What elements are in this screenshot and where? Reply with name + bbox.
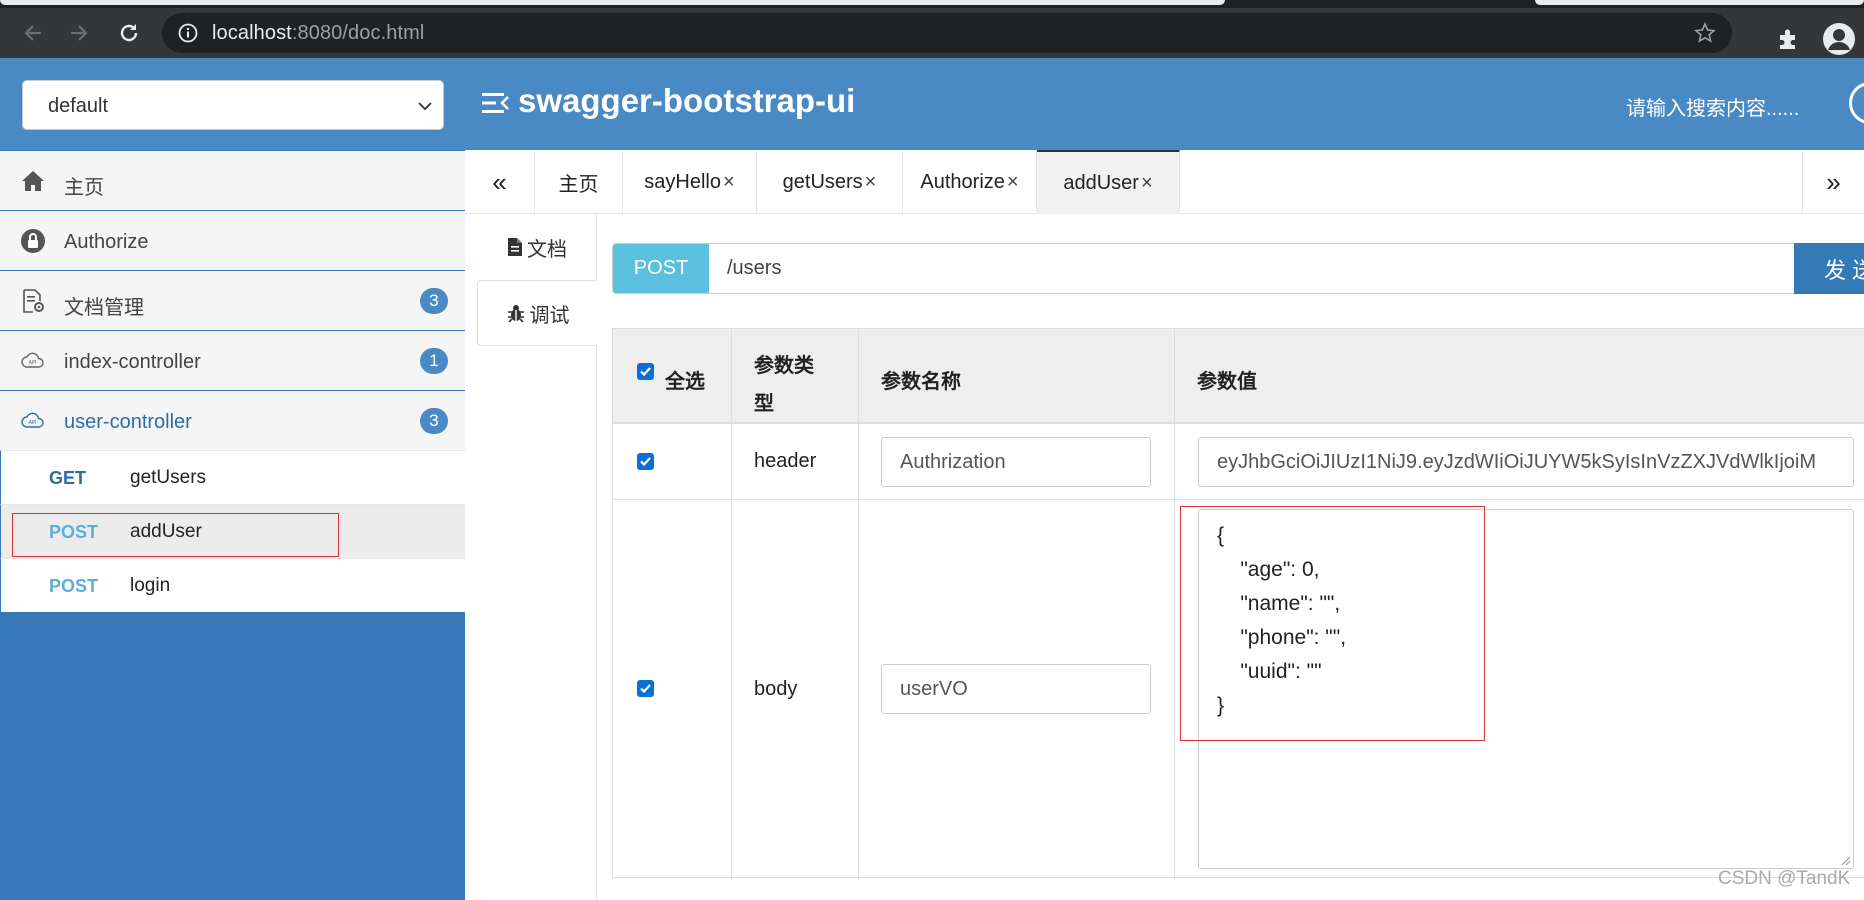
home-icon xyxy=(22,171,44,191)
count-badge: 3 xyxy=(420,288,448,314)
reload-icon[interactable] xyxy=(112,16,146,50)
tab-authorize[interactable]: Authorize × xyxy=(903,150,1037,214)
column-value-header: 参数值 xyxy=(1197,371,1257,393)
endpoint-name: login xyxy=(130,575,171,596)
svg-text:API: API xyxy=(29,420,37,426)
column-type-header-line: 型 xyxy=(754,393,774,415)
app-header: default swagger-bootstrap-ui 请输入搜索内容....… xyxy=(0,58,1864,150)
tab-getusers[interactable]: getUsers × xyxy=(757,150,903,214)
param-type: header xyxy=(754,450,817,472)
divider xyxy=(1174,329,1175,879)
close-icon[interactable]: × xyxy=(723,171,735,194)
endpoint-item-getusers[interactable]: GET getUsers xyxy=(0,450,465,504)
tab-label: Authorize xyxy=(920,170,1005,193)
browser-toolbar: localhost:8080/doc.html xyxy=(0,8,1864,58)
app-title: swagger-bootstrap-ui xyxy=(518,82,856,119)
api-cloud-icon: API xyxy=(21,352,44,368)
sidebar-item-label: Authorize xyxy=(64,231,149,253)
doc-settings-icon xyxy=(23,289,44,313)
search-icon[interactable] xyxy=(1849,82,1864,124)
divider xyxy=(731,329,732,879)
divider xyxy=(858,329,859,879)
row-checkbox[interactable] xyxy=(637,680,654,697)
tab-sayhello[interactable]: sayHello × xyxy=(623,150,757,214)
tab-debug[interactable]: 调试 xyxy=(477,280,597,346)
param-type: body xyxy=(754,678,798,700)
address-bar[interactable]: localhost:8080/doc.html xyxy=(162,13,1732,53)
page-tabs: « 主页 sayHello × getUsers × Authorize × addU… xyxy=(465,150,1864,214)
sidebar-item-label: index-controller xyxy=(64,351,201,373)
browser-tab[interactable] xyxy=(0,0,1225,5)
lock-icon xyxy=(21,229,45,253)
divider xyxy=(613,499,1864,500)
count-badge: 1 xyxy=(420,348,448,374)
star-icon[interactable] xyxy=(1694,22,1716,44)
close-icon[interactable]: × xyxy=(1007,171,1019,194)
sidebar-item-home[interactable]: 主页 xyxy=(0,150,465,210)
tab-label: addUser xyxy=(1063,171,1139,194)
browser-tabstrip xyxy=(0,0,1864,8)
column-type-header: 参数类 型 xyxy=(754,347,814,423)
file-icon xyxy=(508,238,522,256)
divider xyxy=(613,423,1864,424)
close-icon[interactable]: × xyxy=(865,171,877,194)
group-select[interactable]: default xyxy=(22,80,444,130)
sidebar-item-label: 主页 xyxy=(64,177,104,199)
sidebar-item-authorize[interactable]: Authorize xyxy=(0,210,465,270)
profile-icon[interactable] xyxy=(1822,22,1856,56)
highlight-box xyxy=(1180,506,1485,741)
param-value-input[interactable]: eyJhbGciOiJIUzI1NiJ9.eyJzdWIiOiJUYW5kSyI… xyxy=(1198,437,1854,487)
highlight-box xyxy=(12,513,339,557)
doc-debug-tabs: 文档 调试 xyxy=(465,214,597,900)
column-type-header-line: 参数类 xyxy=(754,355,814,377)
tab-label: sayHello xyxy=(644,170,721,193)
param-name-input[interactable]: userVO xyxy=(881,664,1151,714)
sidebar-item-doc-management[interactable]: 文档管理 3 xyxy=(0,270,465,330)
column-name-header: 参数名称 xyxy=(881,371,961,393)
url-text[interactable]: localhost:8080/doc.html xyxy=(212,22,424,45)
sidebar-item-user-controller[interactable]: API user-controller 3 xyxy=(0,390,465,450)
chevron-down-icon xyxy=(418,102,432,111)
back-icon[interactable] xyxy=(16,16,50,50)
tab-label: 调试 xyxy=(529,304,570,327)
method-label: GET xyxy=(49,468,87,488)
resize-handle-icon[interactable] xyxy=(1839,854,1851,866)
svg-text:API: API xyxy=(29,360,37,366)
watermark: CSDN @TandK xyxy=(1718,868,1851,889)
select-all-checkbox[interactable] xyxy=(637,363,654,380)
method-badge: POST xyxy=(613,244,709,293)
request-bar: POST /users 发 送 xyxy=(612,243,1864,294)
group-select-value: default xyxy=(48,95,109,117)
method-label: POST xyxy=(49,576,99,596)
close-icon[interactable]: × xyxy=(1141,172,1153,195)
sidebar-item-label: 文档管理 xyxy=(64,297,144,319)
extensions-icon[interactable] xyxy=(1776,26,1802,52)
request-url-input[interactable]: /users xyxy=(727,257,781,280)
param-name-input[interactable]: Authrization xyxy=(881,437,1151,487)
tab-label: 主页 xyxy=(558,173,599,196)
endpoint-item-login[interactable]: POST login xyxy=(0,558,465,612)
tab-adduser[interactable]: addUser × xyxy=(1037,150,1180,214)
info-icon[interactable] xyxy=(178,23,198,43)
send-button[interactable]: 发 送 xyxy=(1794,243,1864,294)
tabs-next-button[interactable]: » xyxy=(1802,150,1864,214)
menu-toggle-icon[interactable] xyxy=(480,88,510,118)
api-cloud-icon: API xyxy=(21,412,44,428)
bug-icon xyxy=(507,305,524,323)
tabs-prev-button[interactable]: « xyxy=(465,150,535,214)
search-input[interactable]: 请输入搜索内容...... xyxy=(1626,92,1799,121)
tab-label: getUsers xyxy=(782,170,863,193)
browser-tab[interactable] xyxy=(1535,0,1864,5)
count-badge: 3 xyxy=(420,408,448,434)
row-checkbox[interactable] xyxy=(637,453,654,470)
endpoint-name: getUsers xyxy=(130,467,207,488)
sidebar-item-label: user-controller xyxy=(64,411,192,433)
select-all-label: 全选 xyxy=(665,371,705,393)
tab-label: 文档 xyxy=(527,238,567,261)
tab-doc[interactable]: 文档 xyxy=(477,214,597,280)
tab-home[interactable]: 主页 xyxy=(535,150,623,214)
sidebar-item-index-controller[interactable]: API index-controller 1 xyxy=(0,330,465,390)
forward-icon[interactable] xyxy=(62,16,96,50)
